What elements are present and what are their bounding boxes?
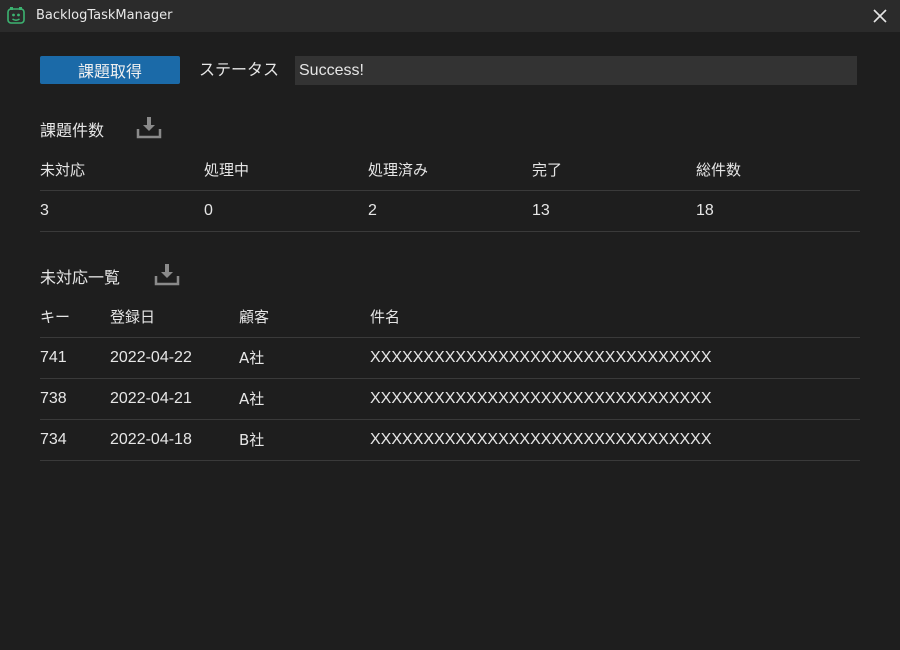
status-field[interactable]: [295, 56, 857, 85]
issue-customer: B社: [239, 431, 265, 449]
count-resolved: 2: [368, 202, 377, 219]
close-icon: [873, 9, 887, 23]
close-button[interactable]: [868, 4, 892, 28]
open-issues-title: 未対応一覧: [40, 268, 121, 287]
issue-customer: A社: [239, 349, 265, 367]
header-subject: 件名: [370, 308, 401, 326]
issue-key: 734: [40, 431, 67, 448]
count-total: 18: [696, 202, 714, 219]
header-unhandled: 未対応: [40, 161, 86, 179]
app-window: BacklogTaskManager 課題取得 ステータス 課題件数 未対応 処…: [0, 0, 900, 650]
issue-subject: XXXXXXXXXXXXXXXXXXXXXXXXXXXXXXXX: [370, 431, 712, 448]
status-label: ステータス: [199, 60, 280, 79]
issue-key: 741: [40, 349, 67, 366]
header-in-progress: 処理中: [204, 161, 250, 179]
header-closed: 完了: [532, 161, 563, 179]
issue-created-date: 2022-04-22: [110, 349, 192, 366]
window-title: BacklogTaskManager: [36, 8, 173, 23]
counts-value-row: 3 0 2 13 18: [40, 191, 860, 232]
header-created-date: 登録日: [110, 308, 156, 326]
count-in-progress: 0: [204, 202, 213, 219]
issues-header-row: キー 登録日 顧客 件名: [40, 297, 860, 338]
issue-count-title: 課題件数: [40, 121, 105, 140]
count-closed: 13: [532, 202, 550, 219]
header-resolved: 処理済み: [368, 161, 429, 179]
issue-created-date: 2022-04-21: [110, 390, 192, 407]
app-logo-icon: [7, 7, 25, 25]
issue-key: 738: [40, 390, 67, 407]
issue-subject: XXXXXXXXXXXXXXXXXXXXXXXXXXXXXXXX: [370, 349, 712, 366]
download-icon[interactable]: [154, 263, 180, 287]
table-row[interactable]: 734 2022-04-18 B社 XXXXXXXXXXXXXXXXXXXXXX…: [40, 420, 860, 461]
header-key: キー: [40, 308, 71, 326]
header-customer: 顧客: [239, 308, 270, 326]
counts-header-row: 未対応 処理中 処理済み 完了 総件数: [40, 150, 860, 191]
title-bar: BacklogTaskManager: [0, 0, 900, 32]
header-total: 総件数: [696, 161, 742, 179]
table-row[interactable]: 738 2022-04-21 A社 XXXXXXXXXXXXXXXXXXXXXX…: [40, 379, 860, 420]
issue-customer: A社: [239, 390, 265, 408]
issue-subject: XXXXXXXXXXXXXXXXXXXXXXXXXXXXXXXX: [370, 390, 712, 407]
table-row[interactable]: 741 2022-04-22 A社 XXXXXXXXXXXXXXXXXXXXXX…: [40, 338, 860, 379]
issue-created-date: 2022-04-18: [110, 431, 192, 448]
download-icon[interactable]: [136, 116, 162, 140]
fetch-issues-button[interactable]: 課題取得: [40, 56, 180, 84]
count-unhandled: 3: [40, 202, 49, 219]
